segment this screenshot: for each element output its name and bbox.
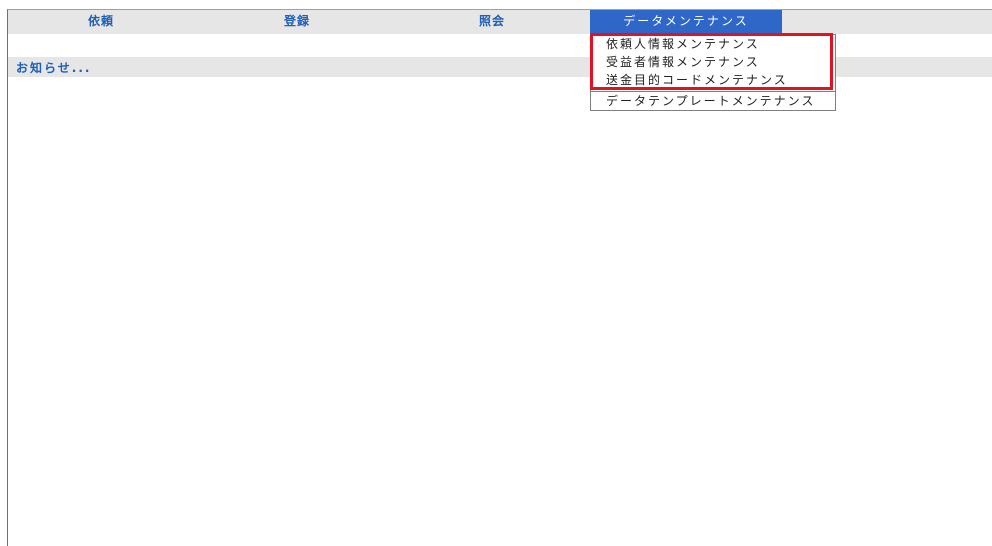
app-frame: 依頼 登録 照会 データメンテナンス お知らせ... 依頼人情報メンテナンス 受… xyxy=(7,9,992,546)
dropdown-item-requester-info[interactable]: 依頼人情報メンテナンス xyxy=(591,35,835,53)
dropdown-item-data-template[interactable]: データテンプレートメンテナンス xyxy=(591,91,835,110)
notice-link[interactable]: お知らせ... xyxy=(16,59,91,76)
dropdown-item-remittance-purpose-code[interactable]: 送金目的コードメンテナンス xyxy=(591,71,835,89)
menu-data-maintenance[interactable]: データメンテナンス xyxy=(590,10,782,34)
menu-inquiry[interactable]: 照会 xyxy=(479,10,505,34)
top-menu-bar: 依頼 登録 照会 データメンテナンス xyxy=(8,10,992,34)
data-maintenance-dropdown: 依頼人情報メンテナンス 受益者情報メンテナンス 送金目的コードメンテナンス デー… xyxy=(590,34,836,111)
menu-register[interactable]: 登録 xyxy=(284,10,310,34)
menu-request[interactable]: 依頼 xyxy=(88,10,114,34)
dropdown-item-beneficiary-info[interactable]: 受益者情報メンテナンス xyxy=(591,53,835,71)
notice-bar: お知らせ... xyxy=(8,57,992,77)
